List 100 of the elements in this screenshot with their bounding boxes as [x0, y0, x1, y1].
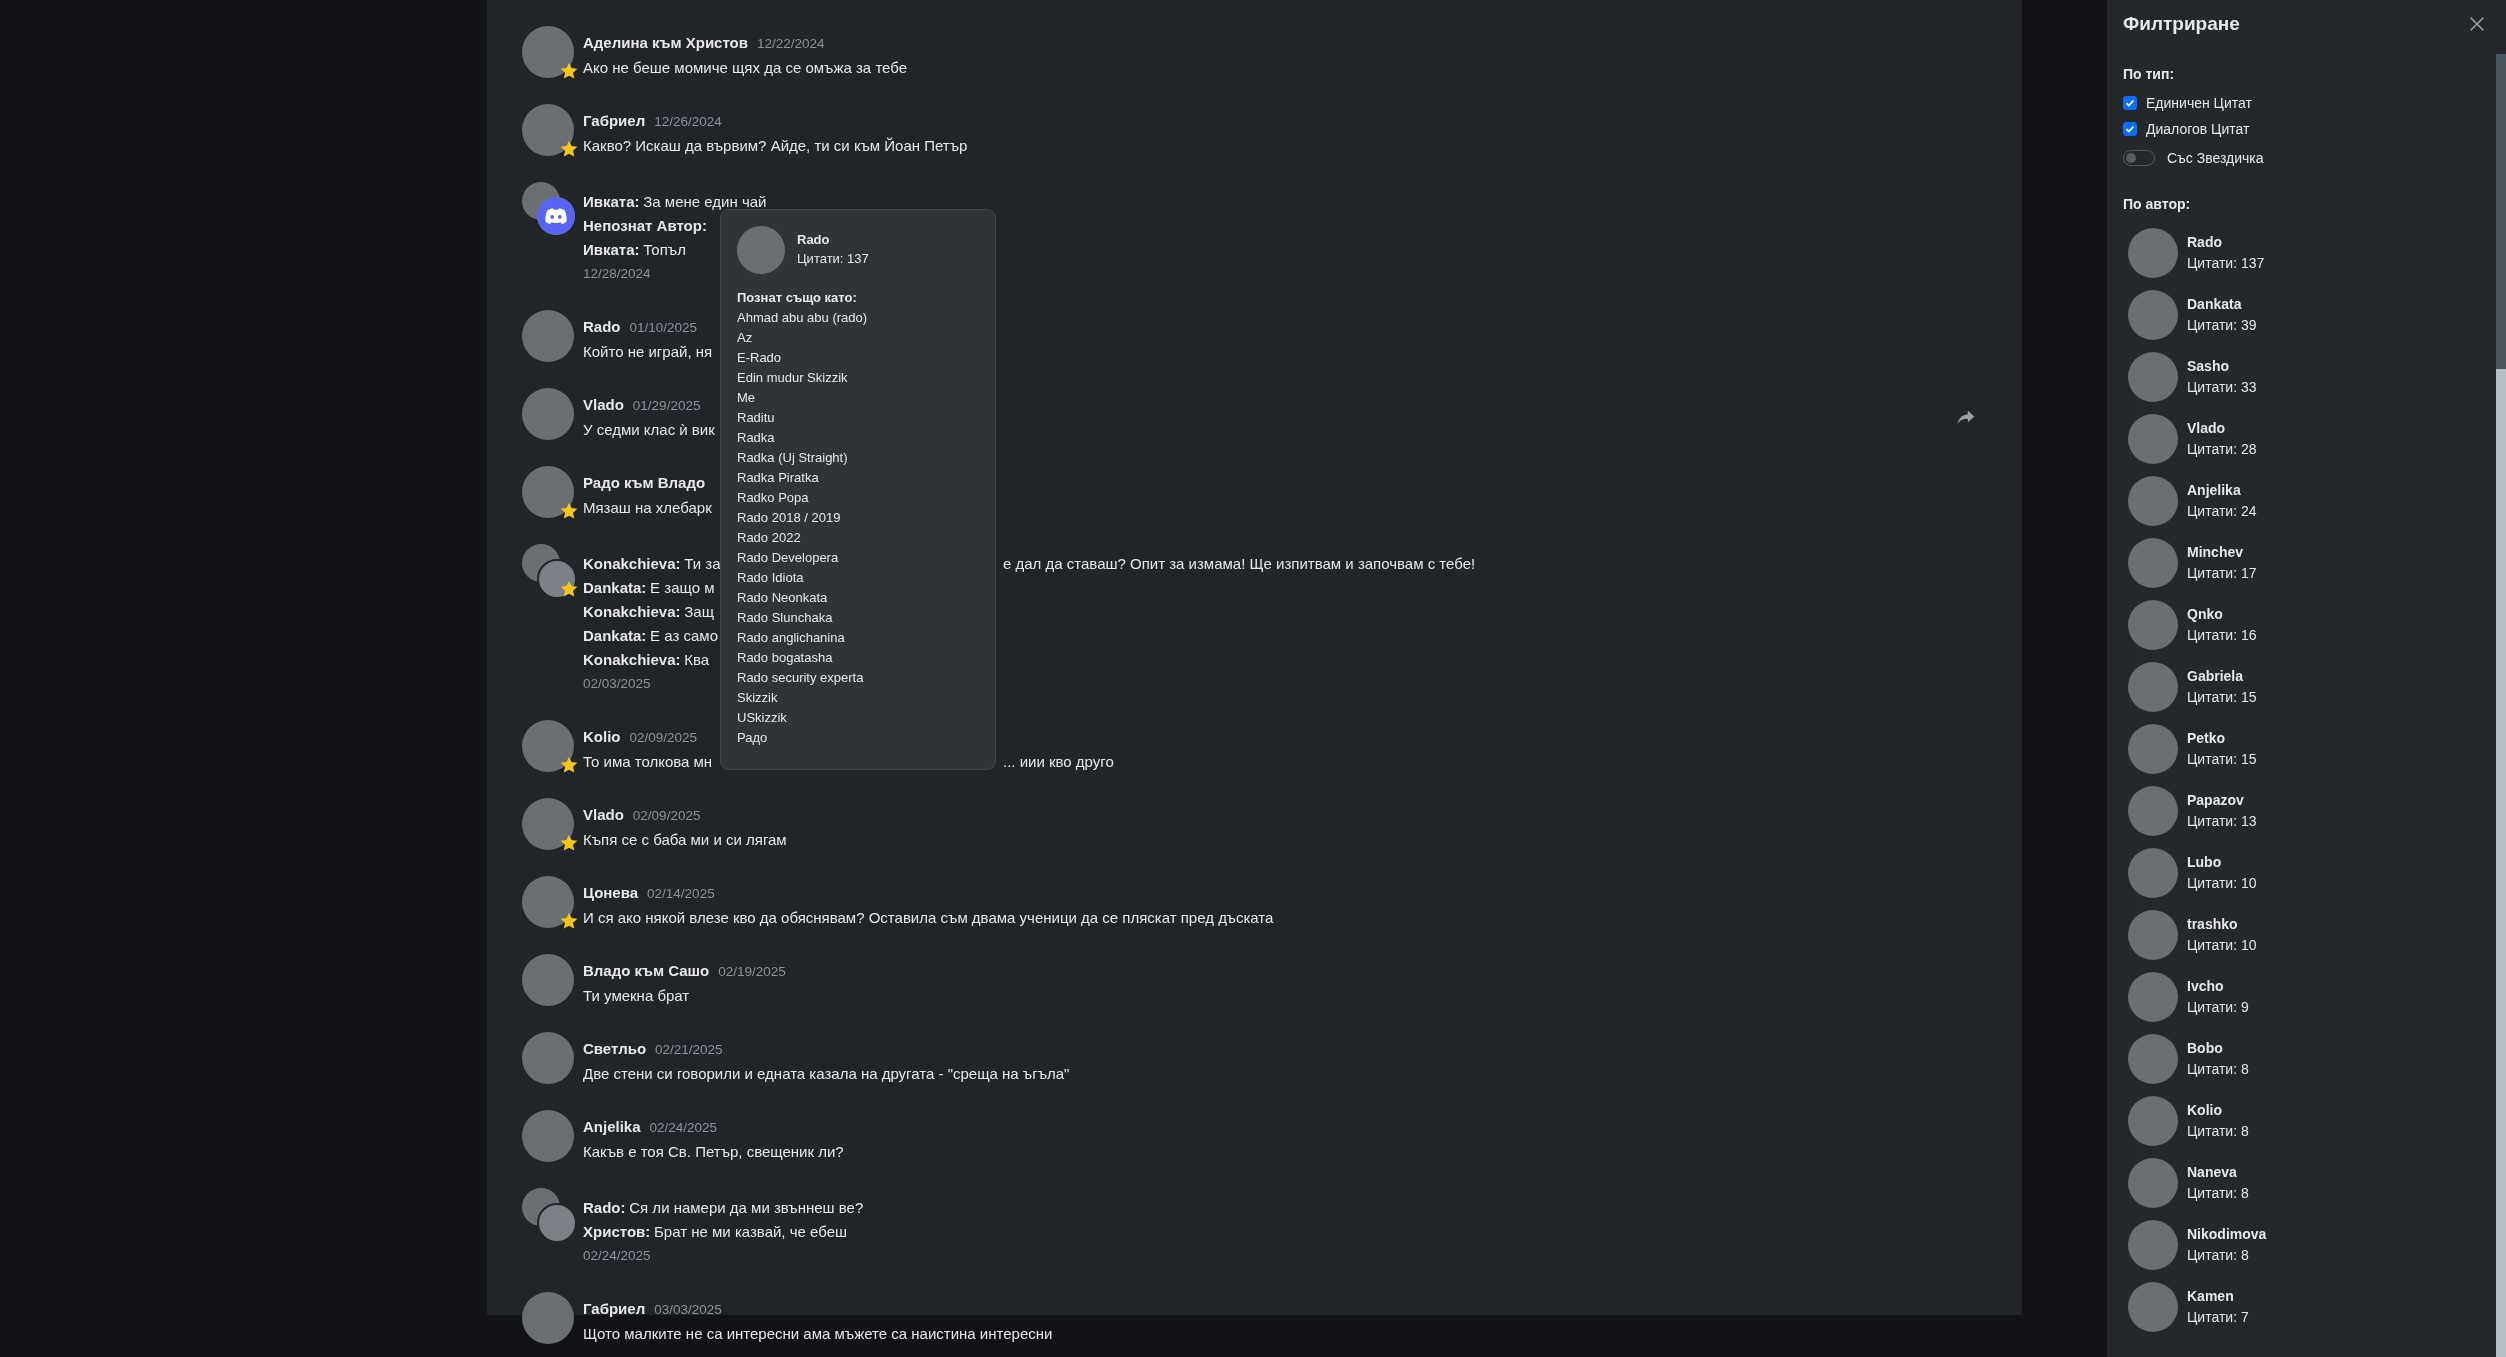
author-filter-name[interactable]: Rado — [2187, 232, 2265, 253]
checkbox[interactable] — [2123, 96, 2137, 110]
alias-name: Rado security experta — [737, 669, 865, 687]
quote-text: И ся ако някой влезе кво да обяснявам? Оставила съм двама ученици да се пляскат пред дъската — [583, 909, 1274, 926]
avatar-photo-placeholder — [2128, 1034, 2178, 1084]
author-filter-name[interactable]: Gabriela — [2187, 666, 2257, 687]
quote-count: Цитати: 7 — [2187, 1308, 2249, 1327]
author-filter-name[interactable]: Kamen — [2187, 1286, 2249, 1307]
alias-name: Radka (Uj Straight) — [737, 449, 849, 467]
quote-text: Ти умекна брат — [583, 987, 690, 1004]
filter-heading: По автор: — [2123, 196, 2192, 212]
dialog-line: Ивката: Топъл — [583, 241, 686, 258]
quote-date: 12/28/2024 — [583, 265, 651, 283]
alias-name: Радо — [737, 729, 769, 747]
quote-text: ... иии кво друго — [1003, 752, 1114, 772]
author-filter-name[interactable]: Nikodimova — [2187, 1224, 2267, 1245]
quote-count: Цитати: 28 — [2187, 440, 2257, 459]
quote-date: 01/10/2025 — [629, 320, 698, 335]
quote-count: Цитати: 33 — [2187, 378, 2257, 397]
quote-date: 03/03/2025 — [654, 1302, 722, 1317]
alias-name: Skizzik — [737, 689, 779, 707]
author-filter-name[interactable]: Naneva — [2187, 1162, 2249, 1183]
avatar-photo-placeholder — [2128, 848, 2178, 898]
author-name: Цонева — [583, 884, 639, 901]
author-filter-name[interactable]: Vlado — [2187, 418, 2257, 439]
alias-name: Me — [737, 389, 757, 407]
quote-text: е дал да ставаш? Опит за измама! Ще изпитвам и започвам с тебе! — [1003, 554, 1476, 574]
avatar-photo-placeholder — [2128, 1158, 2178, 1208]
alias-name: Rado bogatasha — [737, 649, 834, 667]
quote-text: Къпя се с баба ми и си лягам — [583, 831, 787, 848]
avatar-photo-placeholder — [522, 798, 574, 850]
avatar-photo-placeholder — [2128, 290, 2178, 340]
dialog-line: Konakchieva: Ква — [583, 651, 710, 668]
author-filter-name[interactable]: trashko — [2187, 914, 2257, 935]
author-name: Rado — [583, 318, 621, 335]
quote-date: 12/22/2024 — [757, 36, 825, 51]
scrollbar[interactable] — [2496, 54, 2506, 1357]
alias-name: Rado 2022 — [737, 529, 802, 547]
author-filter-name[interactable]: Minchev — [2187, 542, 2257, 563]
quote-count: Цитати: 8 — [2187, 1122, 2249, 1141]
dialog-line: Непознат Автор: — [583, 217, 708, 234]
alias-name: Radka Piratka — [737, 469, 820, 487]
quote-text: У седми клас ѝ вик — [583, 421, 715, 438]
avatar-photo-placeholder — [2128, 972, 2178, 1022]
author-filter-name[interactable]: Kolio — [2187, 1100, 2249, 1121]
author-filter-name[interactable]: Lubo — [2187, 852, 2257, 873]
author-name: Vlado — [583, 806, 624, 823]
alias-name: Rado 2018 / 2019 — [737, 509, 842, 527]
alias-name: Rado anglichanina — [737, 629, 846, 647]
quote-date: 02/21/2025 — [655, 1042, 723, 1057]
alias-name: Raditu — [737, 409, 776, 427]
quote-count: Цитати: 8 — [2187, 1184, 2249, 1203]
alias-name: Rado Slunchaka — [737, 609, 834, 627]
author-filter-name[interactable]: Ivcho — [2187, 976, 2249, 997]
dialog-line: Ивката: За мене един чай — [583, 193, 767, 210]
author-name: Светльо — [583, 1040, 647, 1057]
quote-date: 01/29/2025 — [632, 398, 701, 413]
quote-text: Какво? Искаш да вървим? Айде, ти си към Йоан Петър — [583, 137, 968, 154]
author-filter-name[interactable]: Anjelika — [2187, 480, 2257, 501]
avatar-photo-placeholder — [2128, 352, 2178, 402]
avatar-photo-placeholder — [522, 310, 574, 362]
checkbox[interactable] — [2123, 122, 2137, 136]
quote-text: Който не играй, ня — [583, 343, 713, 360]
quote-date: 02/09/2025 — [629, 730, 698, 745]
author-name: Радо към Владо — [583, 474, 706, 491]
author-filter-name[interactable]: Qnko — [2187, 604, 2257, 625]
avatar-photo-placeholder — [522, 954, 574, 1006]
avatar-photo-placeholder — [522, 1110, 574, 1162]
alias-name: Radko Popa — [737, 489, 810, 507]
author-filter-name[interactable]: Dankata — [2187, 294, 2257, 315]
alias-name: Az — [737, 329, 754, 347]
alias-name: USkizzik — [737, 709, 788, 727]
dialog-line: Konakchieva: Защ — [583, 603, 715, 620]
avatar-photo-placeholder — [2128, 724, 2178, 774]
author-name: Anjelika — [583, 1118, 641, 1135]
avatar-photo-placeholder — [522, 720, 574, 772]
avatar-photo-placeholder — [2128, 1282, 2178, 1332]
avatar-photo-placeholder — [522, 388, 574, 440]
tooltip-author-name: Rado — [797, 231, 831, 249]
avatar-photo-placeholder — [522, 1292, 574, 1344]
avatar-photo-placeholder — [2128, 476, 2178, 526]
alias-name: E-Rado — [737, 349, 783, 367]
avatar-photo-placeholder — [737, 226, 785, 274]
avatar-photo-placeholder — [522, 876, 574, 928]
quote-date: 12/26/2024 — [654, 114, 722, 129]
close-icon[interactable] — [2468, 15, 2486, 33]
alias-name: Rado Idiota — [737, 569, 805, 587]
author-name: Vlado — [583, 396, 624, 413]
author-filter-name[interactable]: Bobo — [2187, 1038, 2249, 1059]
quote-text: Какъв е тоя Св. Петър, свещеник ли? — [583, 1143, 844, 1160]
quote-count: Цитати: 137 — [2187, 254, 2265, 273]
dialog-line: Dankata: Е аз само — [583, 627, 718, 644]
quote-text: Мязаш на хлебарк — [583, 499, 712, 516]
author-filter-name[interactable]: Sasho — [2187, 356, 2257, 377]
author-filter-name[interactable]: Papazov — [2187, 790, 2257, 811]
author-filter-name[interactable]: Petko — [2187, 728, 2257, 749]
avatar-photo-placeholder — [2128, 786, 2178, 836]
avatar-photo-placeholder — [2128, 538, 2178, 588]
quote-count: Цитати: 10 — [2187, 936, 2257, 955]
filter-heading: По тип: — [2123, 66, 2176, 82]
